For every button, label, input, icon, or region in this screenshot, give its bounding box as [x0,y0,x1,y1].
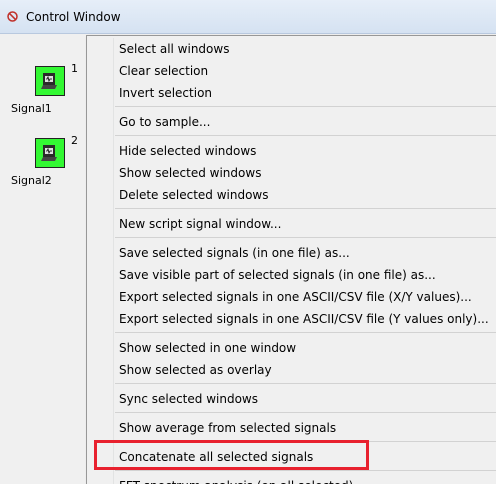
menu-separator [115,383,496,384]
signal-item-1[interactable]: 1 Signal1 [11,62,81,136]
signal-file-icon[interactable] [35,66,65,96]
menu-item-save-visible-part[interactable]: Save visible part of selected signals (i… [114,265,436,285]
window-title: Control Window [26,10,121,24]
context-menu: Select all windows Clear selection Inver… [86,35,496,484]
menu-item-export-xy-values[interactable]: Export selected signals in one ASCII/CSV… [114,287,472,307]
menu-separator [115,412,496,413]
signal-number: 2 [71,134,78,147]
menu-separator [115,470,496,471]
menu-separator [115,332,496,333]
menu-item-select-all-windows[interactable]: Select all windows [114,39,229,59]
menu-item-delete-selected-windows[interactable]: Delete selected windows [114,185,269,205]
signal-label: Signal1 [11,102,52,115]
menu-item-fft-spectrum-analysis[interactable]: FFT spectrum analysis (on all selected) [114,476,353,484]
menu-item-save-selected-signals[interactable]: Save selected signals (in one file) as..… [114,243,350,263]
menu-separator [115,208,496,209]
menu-item-show-average[interactable]: Show average from selected signals [114,418,336,438]
menu-item-show-selected-in-one-window[interactable]: Show selected in one window [114,338,296,358]
menu-separator [115,135,496,136]
no-entry-icon [7,11,18,22]
title-bar[interactable]: Control Window [0,0,496,34]
menu-item-hide-selected-windows[interactable]: Hide selected windows [114,141,256,161]
signal-number: 1 [71,62,78,75]
menu-item-sync-selected-windows[interactable]: Sync selected windows [114,389,258,409]
signal-item-2[interactable]: 2 Signal2 [11,134,81,208]
signal-label: Signal2 [11,174,52,187]
control-window: Control Window 1 Signal1 2 Signal2 Selec… [0,0,496,484]
menu-item-invert-selection[interactable]: Invert selection [114,83,212,103]
menu-item-export-y-values-only[interactable]: Export selected signals in one ASCII/CSV… [114,309,489,329]
menu-separator [115,237,496,238]
signal-file-icon[interactable] [35,138,65,168]
menu-item-go-to-sample[interactable]: Go to sample... [114,112,210,132]
menu-separator [115,106,496,107]
highlight-box [94,440,369,470]
menu-item-show-selected-as-overlay[interactable]: Show selected as overlay [114,360,272,380]
menu-item-show-selected-windows[interactable]: Show selected windows [114,163,261,183]
menu-item-clear-selection[interactable]: Clear selection [114,61,208,81]
menu-item-new-script-signal-window[interactable]: New script signal window... [114,214,281,234]
